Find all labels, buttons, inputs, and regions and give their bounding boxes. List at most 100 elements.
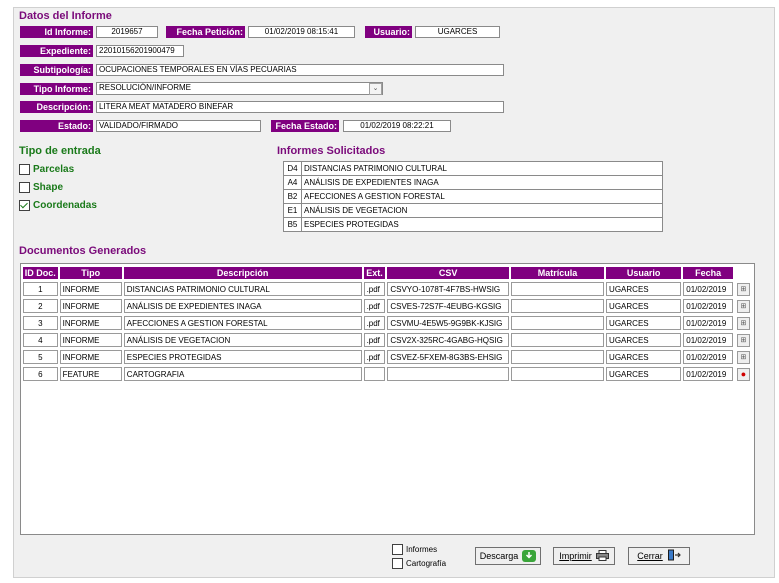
cell-action: ⊞ (735, 333, 752, 347)
usuario-label: Usuario: (365, 26, 412, 38)
cell-csv: CSVES-72S7F-4EUBG-KGSIG (387, 299, 510, 313)
cell-descripcion: DISTANCIAS PATRIMONIO CULTURAL (123, 282, 362, 296)
list-item: A4 ANÁLISIS DE EXPEDIENTES INAGA (283, 175, 663, 190)
cell-usuario: UGARCES (606, 333, 682, 347)
chevron-down-icon[interactable]: ⌄ (369, 83, 382, 95)
cell-tipo: INFORME (59, 350, 122, 364)
document-view-icon[interactable]: ⊞ (736, 350, 750, 364)
fecha-peticion-field[interactable]: 01/02/2019 08:15:41 (248, 26, 355, 38)
cell-csv: CSVYO-1078T-4F7BS-HWSIG (387, 282, 510, 296)
checkbox-shape[interactable]: Shape (19, 182, 63, 193)
section-title-tipo-entrada: Tipo de entrada (19, 145, 101, 157)
cell-matricula (511, 333, 605, 347)
cell-usuario: UGARCES (606, 367, 682, 381)
document-view-icon[interactable]: ⊞ (736, 316, 750, 330)
column-header-fecha[interactable]: Fecha (683, 267, 733, 279)
checkbox-informes-label: Informes (406, 545, 438, 554)
cell-ext: .pdf (363, 350, 386, 364)
list-item: B5 ESPECIES PROTEGIDAS (283, 217, 663, 232)
cell-tipo: INFORME (59, 282, 122, 296)
checkbox-icon[interactable] (392, 558, 403, 569)
fecha-peticion-label: Fecha Petición: (166, 26, 245, 38)
checkbox-shape-label: Shape (33, 182, 64, 193)
expediente-field[interactable]: 22010156201900479 (96, 45, 184, 57)
imprimir-button[interactable]: Imprimir (553, 547, 615, 565)
checkbox-coordenadas[interactable]: Coordenadas (19, 200, 97, 211)
cell-ext (363, 367, 386, 381)
checkbox-icon[interactable] (392, 544, 403, 555)
cell-ext: .pdf (363, 333, 386, 347)
cell-matricula (511, 299, 605, 313)
document-view-icon[interactable]: ⊞ (736, 282, 750, 296)
checkbox-icon[interactable] (19, 182, 30, 193)
cell-tipo: INFORME (59, 333, 122, 347)
subtipologia-field[interactable]: OCUPACIONES TEMPORALES EN VÍAS PECUARIAS (96, 64, 504, 76)
cell-descripcion: AFECCIONES A GESTION FORESTAL (123, 316, 362, 330)
fecha-estado-field[interactable]: 01/02/2019 08:22:21 (343, 120, 451, 132)
download-icon (522, 550, 537, 562)
checkbox-icon[interactable] (19, 164, 30, 175)
cell-matricula (511, 367, 605, 381)
column-header-tipo[interactable]: Tipo (59, 267, 122, 279)
cell-csv: CSV2X-325RC-4GABG-HQSIG (387, 333, 510, 347)
table-row[interactable]: 3 INFORME AFECCIONES A GESTION FORESTAL .pd… (23, 316, 752, 330)
cell-fecha: 01/02/2019 (683, 333, 733, 347)
document-view-icon[interactable]: ⊞ (736, 299, 750, 313)
informe-code: E1 (283, 203, 302, 218)
list-item: B2 AFECCIONES A GESTION FORESTAL (283, 189, 663, 204)
cell-tipo: INFORME (59, 316, 122, 330)
descripcion-field[interactable]: LITERA MEAT MATADERO BINEFAR (96, 101, 504, 113)
informe-name: AFECCIONES A GESTION FORESTAL (301, 189, 663, 204)
checkbox-informes[interactable]: Informes (392, 544, 437, 555)
cell-descripcion: CARTOGRAFIA (123, 367, 362, 381)
documentos-table: ID Doc. Tipo Descripción Ext. CSV Matríc… (21, 264, 754, 384)
tipo-informe-selected: RESOLUCIÓN/INFORME (99, 83, 192, 92)
column-header-csv[interactable]: CSV (387, 267, 510, 279)
map-marker-icon[interactable]: ● (736, 367, 750, 381)
cell-csv: CSVMU-4E5W5-9G9BK-KJSIG (387, 316, 510, 330)
informe-code: A4 (283, 175, 302, 190)
column-header-ext[interactable]: Ext. (363, 267, 386, 279)
descarga-button[interactable]: Descarga (475, 547, 541, 565)
fecha-estado-label: Fecha Estado: (271, 120, 339, 132)
column-header-matricula[interactable]: Matrícula (511, 267, 605, 279)
tipo-informe-select[interactable]: RESOLUCIÓN/INFORME (96, 82, 383, 95)
checkbox-checked-icon[interactable] (19, 200, 30, 211)
informe-name: ANÁLISIS DE EXPEDIENTES INAGA (301, 175, 663, 190)
cerrar-button[interactable]: Cerrar (628, 547, 690, 565)
expediente-label: Expediente: (20, 45, 93, 57)
section-title-documentos: Documentos Generados (19, 245, 147, 257)
cell-action: ⊞ (735, 316, 752, 330)
informe-name: ESPECIES PROTEGIDAS (301, 217, 663, 232)
cell-fecha: 01/02/2019 (683, 367, 733, 381)
cell-id: 6 (23, 367, 58, 381)
table-row[interactable]: 5 INFORME ESPECIES PROTEGIDAS .pdf CSVEZ-5FX… (23, 350, 752, 364)
table-row[interactable]: 6 FEATURE CARTOGRAFIA UGARCES 01/02/2019 ● (23, 367, 752, 381)
exit-door-icon (667, 549, 681, 563)
id-informe-field[interactable]: 2019657 (96, 26, 158, 38)
column-header-usuario[interactable]: Usuario (606, 267, 682, 279)
cell-fecha: 01/02/2019 (683, 316, 733, 330)
table-row[interactable]: 1 INFORME DISTANCIAS PATRIMONIO CULTURAL .p… (23, 282, 752, 296)
checkbox-cartografia[interactable]: Cartografía (392, 558, 446, 569)
checkbox-parcelas[interactable]: Parcelas (19, 164, 74, 175)
cell-csv: CSVEZ-5FXEM-8G3BS-EHSIG (387, 350, 510, 364)
cell-id: 5 (23, 350, 58, 364)
cell-usuario: UGARCES (606, 316, 682, 330)
cell-ext: .pdf (363, 316, 386, 330)
column-header-descripcion[interactable]: Descripción (123, 267, 362, 279)
table-row[interactable]: 2 INFORME ANÁLISIS DE EXPEDIENTES INAGA .pd… (23, 299, 752, 313)
tipo-informe-label: Tipo Informe: (20, 83, 93, 95)
document-view-icon[interactable]: ⊞ (736, 333, 750, 347)
cell-tipo: INFORME (59, 299, 122, 313)
cell-id: 2 (23, 299, 58, 313)
estado-field[interactable]: VALIDADO/FIRMADO (96, 120, 261, 132)
table-header-row: ID Doc. Tipo Descripción Ext. CSV Matríc… (23, 267, 752, 279)
descarga-button-label: Descarga (479, 551, 519, 561)
cerrar-button-label: Cerrar (637, 551, 663, 561)
table-row[interactable]: 4 INFORME ANÁLISIS DE VEGETACION .pdf CSV2X-… (23, 333, 752, 347)
column-header-id[interactable]: ID Doc. (23, 267, 58, 279)
cell-id: 4 (23, 333, 58, 347)
cell-ext: .pdf (363, 299, 386, 313)
usuario-field[interactable]: UGARCES (415, 26, 500, 38)
